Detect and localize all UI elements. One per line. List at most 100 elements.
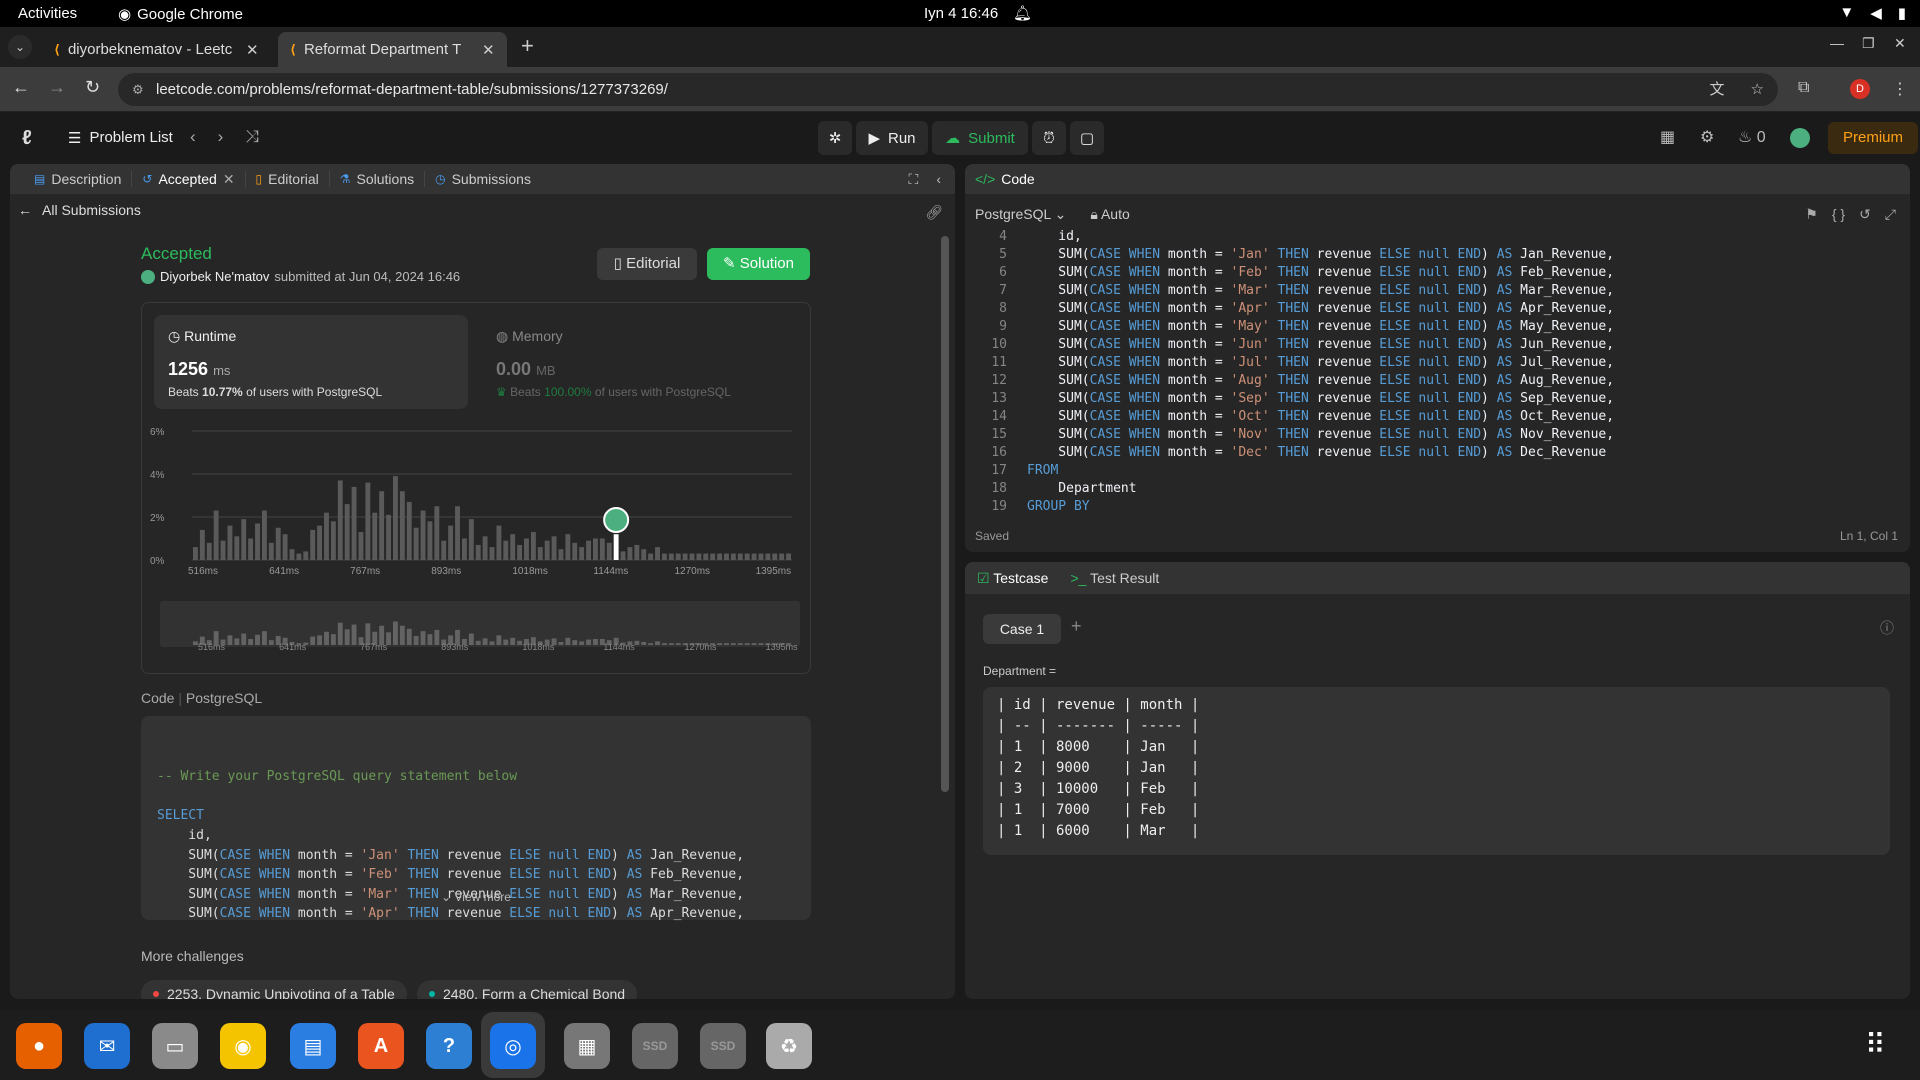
challenge-chip[interactable]: 2253. Dynamic Unpivoting of a Table (141, 980, 407, 999)
next-problem-icon[interactable]: › (218, 127, 224, 147)
left-panel-tabs: ▤ Description ↺ Accepted ✕ ▯ Editorial ⚗ Solu… (10, 164, 955, 194)
bookmark-star-icon[interactable]: ☆ (1751, 73, 1764, 106)
chrome-menu-icon[interactable]: ⋮ (1892, 79, 1908, 99)
notification-bell-icon[interactable]: 🔔︎ (1013, 4, 1032, 22)
user-avatar[interactable] (141, 269, 155, 284)
ssd-1-icon[interactable]: SSD (632, 1023, 678, 1069)
reset-icon[interactable]: ↺ (1859, 206, 1871, 223)
extensions-icon[interactable]: ⧉ (1798, 79, 1809, 97)
chart-bar (530, 532, 536, 560)
book-icon: ▯ (255, 172, 263, 186)
activities-button[interactable]: Activities (18, 5, 77, 22)
prev-problem-icon[interactable]: ‹ (190, 127, 196, 147)
help-circle-icon[interactable]: ⓘ (1880, 618, 1894, 638)
left-scrollbar[interactable] (941, 224, 949, 994)
writer-icon[interactable]: ▤ (290, 1023, 336, 1069)
streak-counter[interactable]: ♨ 0 (1738, 127, 1766, 147)
tab-close-icon[interactable]: ✕ (246, 41, 259, 59)
problem-list-button[interactable]: ☰ Problem List (68, 129, 173, 147)
bookmark-icon[interactable]: ⚑ (1805, 206, 1818, 223)
department-input[interactable]: | id | revenue | month | | -- | ------- … (983, 687, 1890, 855)
rhythmbox-icon[interactable]: ◉ (220, 1023, 266, 1069)
window-close-icon[interactable]: ✕ (1894, 35, 1906, 52)
solution-button[interactable]: ✎ Solution (707, 248, 810, 280)
username[interactable]: Diyorbek Ne'matov (160, 269, 269, 284)
tab-submissions[interactable]: ◷ Submissions (425, 171, 541, 187)
active-app-menu[interactable]: ◉ Google Chrome (118, 5, 243, 24)
premium-button[interactable]: Premium (1828, 122, 1918, 154)
memory-card[interactable]: ◍ Memory 0.00 MB ♛ Beats 100.00% of user… (482, 315, 796, 409)
chrome-icon[interactable]: ◎ (490, 1023, 536, 1069)
chart-bar (551, 536, 557, 560)
forward-icon[interactable]: → (48, 77, 66, 98)
auto-mode-toggle[interactable]: 🔒︎ Auto (1090, 206, 1129, 223)
chart-bar (572, 542, 578, 560)
user-avatar[interactable] (1790, 128, 1810, 148)
help-icon[interactable]: ? (426, 1023, 472, 1069)
x-tick-label: 516ms (188, 566, 218, 577)
leetcode-logo-icon[interactable]: ℓ (22, 127, 32, 150)
tab-testcase[interactable]: ☑ Testcase (977, 562, 1048, 594)
shuffle-icon[interactable]: ⤨ (245, 127, 259, 147)
minimize-icon[interactable]: — (1830, 35, 1844, 51)
fullscreen-icon[interactable]: ⛶ (909, 171, 919, 188)
submitted-code[interactable]: -- Write your PostgreSQL query statement… (141, 716, 811, 921)
run-button[interactable]: ▶ Run (856, 121, 928, 155)
tab-close-icon[interactable]: ✕ (223, 171, 235, 188)
share-link-icon[interactable]: 🔗︎ (925, 204, 943, 221)
view-more-button[interactable]: ⌄ View more (141, 888, 811, 908)
browser-tab[interactable]: ⟨ diyorbeknematov - Leetc ✕ (42, 32, 271, 67)
debug-button[interactable]: ✲ (818, 121, 852, 155)
tab-solutions[interactable]: ⚗ Solutions (330, 171, 426, 187)
collapse-icon[interactable]: ‹ (936, 171, 941, 188)
challenge-chip[interactable]: 2480. Form a Chemical Bond (417, 980, 638, 999)
translate-icon[interactable]: 文 (1710, 73, 1725, 106)
show-apps-grid-icon[interactable]: ⠿ (1865, 1028, 1886, 1061)
trash-icon[interactable]: ♻ (766, 1023, 812, 1069)
editor-line: 7 SUM(CASE WHEN month = 'Mar' THEN reven… (965, 282, 1910, 300)
add-case-icon[interactable]: + (1071, 616, 1082, 637)
tab-editorial[interactable]: ▯ Editorial (246, 171, 330, 187)
back-icon[interactable]: ← (12, 77, 30, 98)
case-1-tab[interactable]: Case 1 (983, 614, 1061, 644)
leetcode-favicon-icon: ⟨ (290, 41, 296, 57)
tab-accepted[interactable]: ↺ Accepted ✕ (132, 170, 246, 188)
runtime-card[interactable]: ◷ Runtime 1256 ms Beats 10.77% of users … (154, 315, 468, 409)
challenge-title: 2480. Form a Chemical Bond (443, 986, 626, 999)
restore-icon[interactable]: ❐ (1862, 35, 1875, 52)
firefox-icon[interactable]: ● (16, 1023, 62, 1069)
system-tray[interactable]: ▼ ◀ ▮ (1839, 4, 1906, 22)
timer-button[interactable]: ⏰︎ (1032, 121, 1066, 155)
clock[interactable]: Iyn 4 16:46 (924, 5, 998, 22)
all-submissions-link[interactable]: ← All Submissions (18, 202, 141, 218)
address-bar[interactable]: ⚙ leetcode.com/problems/reformat-departm… (118, 73, 1778, 106)
new-tab-button[interactable]: + (521, 33, 534, 59)
profile-avatar[interactable]: D (1850, 79, 1870, 99)
cloud-upload-icon: ☁ (945, 130, 961, 147)
site-info-icon[interactable]: ⚙ (132, 73, 144, 106)
chart-bar (593, 538, 598, 560)
layout-icon[interactable]: ▦ (1660, 127, 1675, 147)
tab-description[interactable]: ▤ Description (24, 171, 133, 187)
drive-icon[interactable]: ▦ (564, 1023, 610, 1069)
tab-test-result[interactable]: >_ Test Result (1070, 562, 1159, 594)
tab-close-icon[interactable]: ✕ (482, 41, 495, 59)
scrollbar-thumb[interactable] (941, 236, 949, 792)
settings-gear-icon[interactable]: ⚙ (1700, 127, 1714, 147)
editorial-button[interactable]: ▯ Editorial (597, 248, 697, 280)
language-select[interactable]: PostgreSQL ⌄ (975, 206, 1066, 223)
format-braces-icon[interactable]: { } (1832, 206, 1845, 223)
submit-button[interactable]: ☁ Submit (932, 121, 1028, 155)
files-icon[interactable]: ▭ (152, 1023, 198, 1069)
code-editor[interactable]: 4 id, 5 SUM(CASE WHEN month = 'Jan' THEN … (965, 228, 1910, 516)
expand-icon[interactable]: ⤢ (1885, 206, 1896, 223)
browser-tab-active[interactable]: ⟨ Reformat Department T ✕ (278, 32, 507, 67)
ssd-2-icon[interactable]: SSD (700, 1023, 746, 1069)
submit-label: Submit (968, 129, 1015, 147)
app-center-icon[interactable]: A (358, 1023, 404, 1069)
reload-icon[interactable]: ↻ (85, 77, 100, 98)
thunderbird-icon[interactable]: ✉ (84, 1023, 130, 1069)
runtime-distribution-chart[interactable]: 6% 4% 2% 0% 516ms 516ms 641ms 641ms 767ms 767ms 89… (150, 419, 810, 669)
notes-button[interactable]: ▢ (1070, 121, 1104, 155)
tab-search-button[interactable]: ⌄ (8, 35, 32, 59)
